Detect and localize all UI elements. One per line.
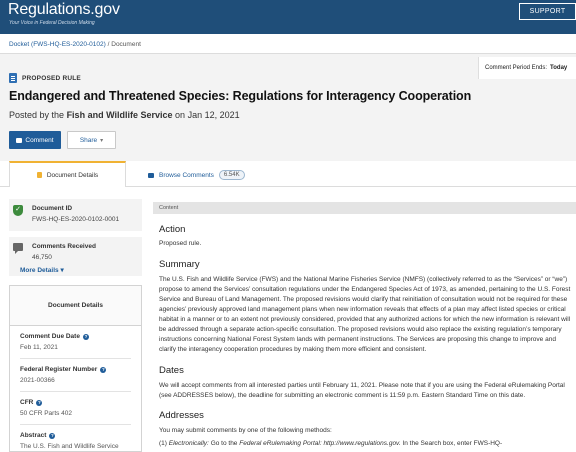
tab-browse-comments-label: Browse Comments	[159, 171, 214, 179]
help-icon[interactable]: ?	[49, 432, 56, 439]
share-button-label: Share	[79, 136, 98, 144]
comment-period-box: Comment Period Ends: Today	[478, 57, 576, 79]
content-section-bar: Content	[153, 202, 576, 214]
field-label: Abstract	[20, 432, 47, 439]
electronic-number: (1)	[159, 440, 167, 447]
document-type: PROPOSED RULE	[22, 75, 81, 82]
breadcrumb-separator: /	[107, 41, 110, 48]
action-heading: Action	[159, 224, 186, 235]
field-federal-register-number: Federal Register Number ? 2021-00366	[10, 366, 141, 385]
portal-url-link[interactable]: http://www.regulations.gov.	[323, 440, 400, 447]
site-header: Regulations.gov Your Voice in Federal De…	[0, 0, 576, 34]
document-icon	[9, 73, 17, 83]
help-icon[interactable]: ?	[100, 366, 107, 373]
comments-received-label: Comments Received	[32, 243, 96, 250]
electronic-label: Electronically:	[168, 440, 209, 447]
comments-icon	[148, 172, 154, 178]
share-button[interactable]: Share ▾	[67, 131, 116, 149]
chevron-down-icon: ▾	[100, 137, 104, 144]
site-logo[interactable]: Regulations.gov	[8, 1, 120, 19]
electronic-tail-text: In the Search box, enter FWS-HQ-	[402, 440, 503, 447]
comment-period-label: Comment Period Ends:	[485, 65, 548, 71]
field-value: Feb 11, 2021	[20, 344, 58, 351]
tab-document-details[interactable]: Document Details	[9, 161, 126, 187]
page-title: Endangered and Threatened Species: Regul…	[9, 89, 472, 103]
verified-check-icon: ✓	[13, 205, 23, 216]
field-value: 2021-00366	[20, 377, 55, 384]
comment-period-value: Today	[550, 65, 568, 71]
comments-icon	[13, 243, 23, 254]
document-id-value: FWS-HQ-ES-2020-0102-0001	[32, 216, 120, 223]
electronic-go-text: Go to the	[210, 440, 238, 447]
help-icon[interactable]: ?	[82, 333, 89, 340]
help-icon[interactable]: ?	[36, 399, 43, 406]
document-details-panel: Document Details Comment Due Date ? Feb …	[9, 285, 142, 452]
more-details-link[interactable]: More Details ▾	[20, 266, 64, 274]
field-label: Federal Register Number	[20, 366, 98, 373]
site-tagline: Your Voice in Federal Decision Making	[9, 20, 95, 26]
more-details-label: More Details	[20, 267, 59, 274]
field-divider	[20, 391, 131, 392]
comment-button[interactable]: Comment	[9, 131, 61, 149]
field-label: CFR	[20, 399, 34, 406]
posted-mid: on	[175, 110, 186, 120]
action-text: Proposed rule.	[159, 240, 202, 247]
field-divider	[20, 424, 131, 425]
dates-heading: Dates	[159, 365, 184, 376]
addresses-text: You may submit comments by one of the fo…	[159, 427, 332, 434]
field-divider	[20, 358, 131, 359]
document-id-card: ✓ Document ID FWS-HQ-ES-2020-0102-0001	[9, 199, 142, 231]
document-content: Action Proposed rule. Summary The U.S. F…	[159, 224, 571, 449]
posted-agency: Fish and Wildlife Service	[66, 110, 173, 120]
posted-date: Jan 12, 2021	[187, 110, 240, 120]
addresses-heading: Addresses	[159, 410, 204, 421]
comments-count-badge: 6.54K	[218, 170, 245, 180]
support-button[interactable]: SUPPORT	[519, 3, 576, 20]
field-comment-due-date: Comment Due Date ? Feb 11, 2021	[10, 333, 141, 352]
tab-browse-comments[interactable]: Browse Comments 6.54K	[148, 166, 245, 184]
portal-name: Federal eRulemaking Portal:	[239, 440, 322, 447]
field-value: The U.S. Fish and Wildlife Service (FWS)…	[20, 443, 119, 450]
summary-heading: Summary	[159, 259, 200, 270]
breadcrumb-docket-link[interactable]: Docket (FWS-HQ-ES-2020-0102)	[9, 41, 106, 48]
field-abstract: Abstract ? The U.S. Fish and Wildlife Se…	[10, 432, 141, 451]
comments-received-card: Comments Received 46,750 More Details ▾	[9, 237, 142, 276]
posted-prefix: Posted by the	[9, 110, 65, 120]
document-id-label: Document ID	[32, 205, 73, 212]
breadcrumb-current: Document	[111, 41, 141, 48]
electronic-method: (1) Electronically: Go to the Federal eR…	[159, 439, 571, 449]
document-icon	[36, 172, 42, 178]
comment-button-label: Comment	[25, 136, 54, 144]
document-details-heading: Document Details	[10, 286, 141, 326]
field-cfr: CFR ? 50 CFR Parts 402	[10, 399, 141, 418]
breadcrumb: Docket (FWS-HQ-ES-2020-0102) / Document	[9, 41, 141, 48]
posted-by-line: Posted by the Fish and Wildlife Service …	[9, 110, 240, 120]
summary-text: The U.S. Fish and Wildlife Service (FWS)…	[159, 276, 571, 353]
chevron-down-icon: ▾	[60, 267, 64, 274]
comments-received-value: 46,750	[32, 254, 52, 261]
dates-text: We will accept comments from all interes…	[159, 382, 565, 399]
field-value: 50 CFR Parts 402	[20, 410, 73, 417]
field-label: Comment Due Date	[20, 333, 80, 340]
comment-icon	[16, 137, 23, 143]
tab-document-details-label: Document Details	[46, 171, 99, 179]
